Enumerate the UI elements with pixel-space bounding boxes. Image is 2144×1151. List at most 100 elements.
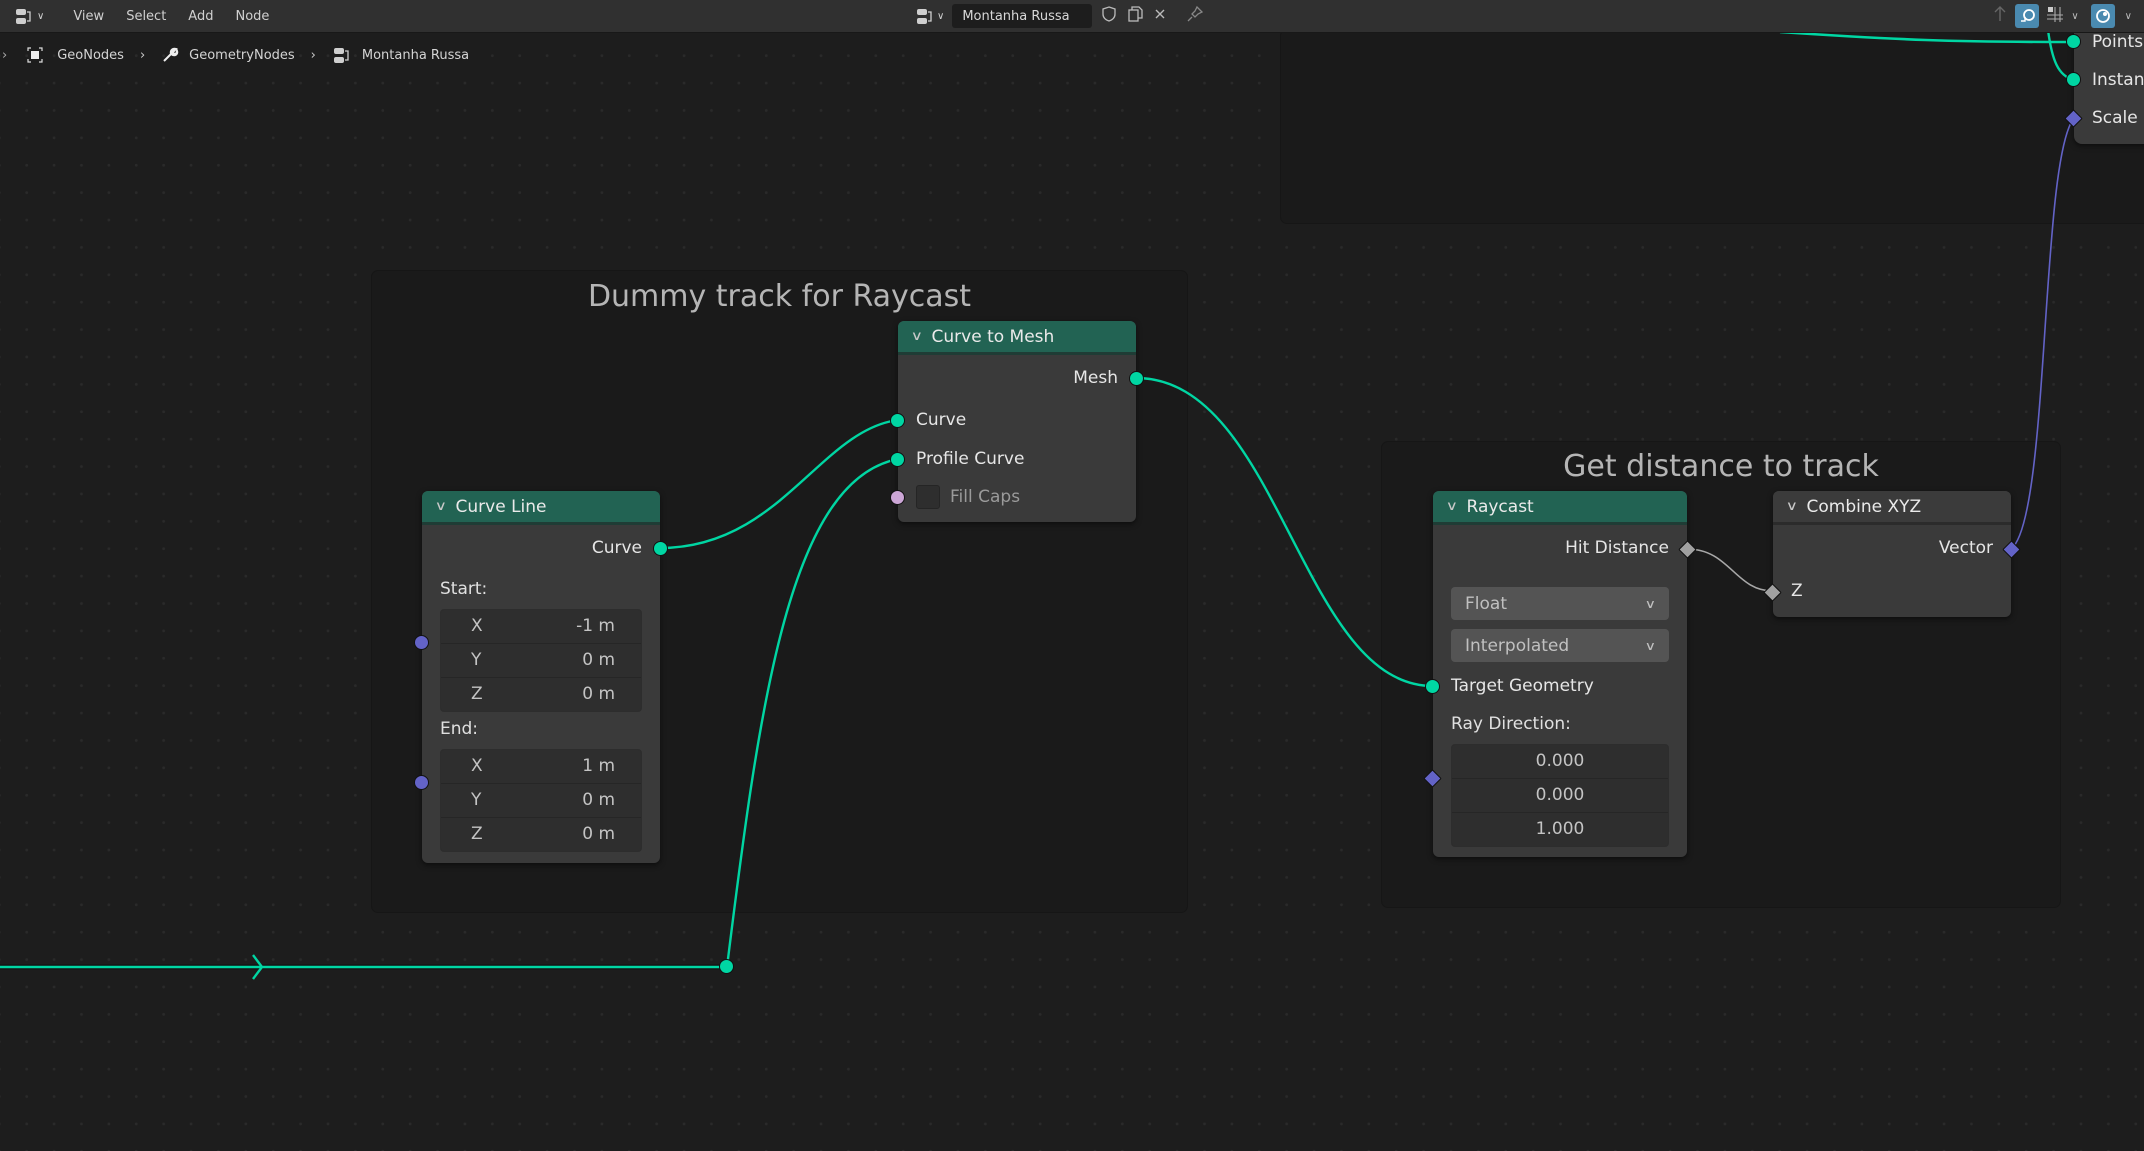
chevron-right-icon: › xyxy=(139,47,146,63)
node-tree-selector: ∨ Montanha Russa xyxy=(915,4,1204,28)
socket-end-in[interactable] xyxy=(414,775,429,790)
menu-select[interactable]: Select xyxy=(115,9,177,24)
object-icon xyxy=(27,47,43,63)
socket-target-geometry-in[interactable] xyxy=(1425,679,1440,694)
start-y-field[interactable]: Y0 m xyxy=(441,644,641,678)
reroute-node[interactable] xyxy=(719,959,734,974)
input-fill-caps: Fill Caps xyxy=(898,485,1136,509)
editor-type-selector[interactable]: ∨ xyxy=(14,7,44,25)
menu-view[interactable]: View xyxy=(62,9,115,24)
node-curve-to-mesh[interactable]: ∨ Curve to Mesh Mesh Curve Profile Curve… xyxy=(890,321,1144,522)
socket-fill-caps-in[interactable] xyxy=(890,490,905,505)
socket-points[interactable] xyxy=(2066,34,2081,49)
breadcrumb: › GeoNodes › GeometryNodes › Montanha Ru… xyxy=(0,46,469,64)
node-header[interactable]: ∨ Curve to Mesh xyxy=(898,321,1136,355)
ray-direction-z[interactable]: 1.000 xyxy=(1452,813,1668,846)
node-header[interactable]: ∨ Combine XYZ xyxy=(1773,491,2011,525)
node-tree-icon xyxy=(333,48,349,63)
duplicate-icon[interactable] xyxy=(1126,5,1144,27)
node-editor-header: ∨ View Select Add Node ∨ Montanha Russa … xyxy=(0,0,2144,33)
header-menu: View Select Add Node xyxy=(62,9,280,24)
collapse-chevron-icon[interactable]: ∨ xyxy=(1446,499,1458,514)
chevron-down-icon: ∨ xyxy=(1644,596,1657,611)
wrench-icon xyxy=(163,47,179,62)
node-raycast[interactable]: ∨ Raycast Hit Distance Float ∨ Interpola… xyxy=(1423,491,1697,857)
overlay-toggle[interactable] xyxy=(2015,4,2040,28)
input-profile-curve: Profile Curve xyxy=(916,449,1025,469)
pin-icon[interactable] xyxy=(1186,5,1204,27)
node-combine-xyz[interactable]: ∨ Combine XYZ Vector Z xyxy=(1763,491,2021,617)
breadcrumb-node-tree: Montanha Russa xyxy=(332,46,469,64)
ray-direction-label: Ray Direction: xyxy=(1451,714,1571,734)
node-title: Curve Line xyxy=(455,496,547,517)
frame-title: Dummy track for Raycast xyxy=(587,279,972,314)
chevron-down-icon[interactable]: ∨ xyxy=(2125,11,2132,22)
end-vector-field[interactable]: X1 m Y0 m Z0 m xyxy=(440,749,642,852)
ray-direction-y[interactable]: 0.000 xyxy=(1452,779,1668,813)
mapping-dropdown[interactable]: Interpolated ∨ xyxy=(1451,629,1669,662)
ray-direction-field[interactable]: 0.000 0.000 1.000 xyxy=(1451,744,1669,847)
sidebar-toggle-icon[interactable]: › xyxy=(2,48,7,63)
node-title: Combine XYZ xyxy=(1806,496,1922,517)
start-vector-field[interactable]: X -1 m Y0 m Z0 m xyxy=(440,609,642,712)
input-scale: Scale xyxy=(2092,108,2138,128)
collapse-chevron-icon[interactable]: ∨ xyxy=(1786,499,1798,514)
socket-mesh-out[interactable] xyxy=(1129,371,1144,386)
node-curve-line[interactable]: ∨ Curve Line Curve Start: X -1 m Y0 m Z0 … xyxy=(414,491,668,863)
ray-direction-x[interactable]: 0.000 xyxy=(1452,745,1668,779)
data-type-dropdown[interactable]: Float ∨ xyxy=(1451,587,1669,620)
header-right-tools: ∨ ∨ xyxy=(1991,4,2132,28)
chevron-down-icon: ∨ xyxy=(937,10,945,22)
output-curve: Curve xyxy=(591,538,642,558)
node-tree-browse-button[interactable]: ∨ xyxy=(915,7,944,25)
input-points: Points xyxy=(2092,32,2144,52)
output-mesh: Mesh xyxy=(1073,368,1118,388)
menu-node[interactable]: Node xyxy=(224,9,280,24)
socket-curve-in[interactable] xyxy=(890,413,905,428)
output-hit-distance: Hit Distance xyxy=(1565,538,1669,558)
arrow-up-icon[interactable] xyxy=(1991,4,2009,28)
socket-start-in[interactable] xyxy=(414,635,429,650)
overlay-icon xyxy=(2021,9,2036,22)
end-label: End: xyxy=(440,719,479,739)
end-y-field[interactable]: Y0 m xyxy=(441,784,641,818)
chevron-down-icon[interactable]: ∨ xyxy=(2071,11,2078,22)
menu-add[interactable]: Add xyxy=(177,9,224,24)
collapse-chevron-icon[interactable]: ∨ xyxy=(911,329,923,344)
frame-top-right[interactable] xyxy=(1281,30,2144,223)
node-title: Raycast xyxy=(1466,496,1534,517)
breadcrumb-modifier: GeometryNodes xyxy=(161,46,295,64)
end-z-field[interactable]: Z0 m xyxy=(441,818,641,851)
gizmo-toggle[interactable] xyxy=(2090,4,2115,28)
breadcrumb-object: GeoNodes xyxy=(27,47,124,63)
node-instance-on-points[interactable]: Points Instance Scale xyxy=(2064,30,2144,144)
node-header[interactable]: ∨ Raycast xyxy=(1433,491,1687,525)
start-x-field[interactable]: X -1 m xyxy=(441,610,641,644)
start-z-field[interactable]: Z0 m xyxy=(441,678,641,711)
input-instance: Instance xyxy=(2092,70,2144,90)
shield-icon[interactable] xyxy=(1100,5,1118,27)
frame-title: Get distance to track xyxy=(1563,449,1879,484)
gizmo-icon xyxy=(2095,9,2110,23)
socket-instance[interactable] xyxy=(2066,72,2081,87)
input-z: Z xyxy=(1791,581,1803,601)
node-editor-icon xyxy=(14,7,34,25)
start-label: Start: xyxy=(440,579,488,599)
input-target-geometry: Target Geometry xyxy=(1451,676,1594,696)
node-header[interactable]: ∨ Curve Line xyxy=(422,491,660,525)
output-vector: Vector xyxy=(1938,538,1993,558)
chevron-right-icon: › xyxy=(310,47,316,63)
socket-profile-curve-in[interactable] xyxy=(890,452,905,467)
node-title: Curve to Mesh xyxy=(931,326,1055,347)
node-tree-name-field[interactable]: Montanha Russa xyxy=(952,4,1093,28)
end-x-field[interactable]: X1 m xyxy=(441,750,641,784)
close-icon[interactable] xyxy=(1152,6,1168,26)
chevron-down-icon: ∨ xyxy=(37,10,45,22)
collapse-chevron-icon[interactable]: ∨ xyxy=(435,499,447,514)
chevron-down-icon: ∨ xyxy=(1644,638,1657,653)
node-tree-icon xyxy=(917,9,932,24)
input-curve: Curve xyxy=(916,410,967,430)
snap-grid-icon[interactable] xyxy=(2045,5,2065,27)
fill-caps-checkbox[interactable] xyxy=(916,485,940,509)
socket-curve-out[interactable] xyxy=(653,541,668,556)
